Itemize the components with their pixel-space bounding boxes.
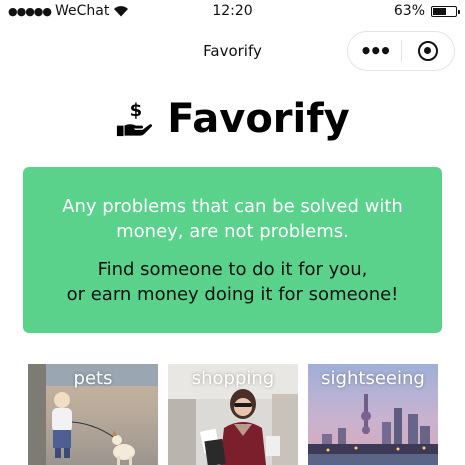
battery-icon bbox=[431, 5, 460, 17]
battery-level bbox=[433, 7, 447, 15]
more-button[interactable]: ••• bbox=[348, 39, 401, 63]
svg-text:$: $ bbox=[130, 100, 143, 121]
close-target-icon bbox=[417, 41, 438, 61]
banner-motto: Any problems that can be solved with mon… bbox=[62, 196, 403, 242]
status-bar: ●●●●● WeChat 12:20 63% bbox=[0, 0, 465, 24]
category-shopping[interactable]: shopping bbox=[168, 364, 298, 465]
category-label: pets bbox=[73, 368, 113, 389]
category-grid: pets shopping sightseeing bbox=[28, 364, 438, 465]
brand-name: Favorify bbox=[167, 96, 350, 142]
banner-cta: Find someone to do it for you, or earn m… bbox=[23, 257, 442, 307]
category-label: shopping bbox=[191, 368, 275, 389]
category-pets[interactable]: pets bbox=[28, 364, 158, 465]
nav-bar: Favorify ••• bbox=[0, 28, 465, 74]
status-right: 63% bbox=[393, 3, 460, 19]
battery-cap bbox=[458, 9, 460, 14]
hand-holding-dollar-icon: $ bbox=[117, 100, 153, 137]
mini-program-capsule: ••• bbox=[347, 31, 455, 71]
motto-banner: Any problems that can be solved with mon… bbox=[23, 167, 442, 333]
brand-header: $ Favorify bbox=[0, 96, 465, 142]
cta-line-1: Find someone to do it for you, bbox=[97, 259, 368, 280]
category-sightseeing[interactable]: sightseeing bbox=[308, 364, 438, 465]
battery-percent: 63% bbox=[393, 3, 425, 19]
cta-line-2: or earn money doing it for someone! bbox=[66, 284, 399, 305]
category-label: sightseeing bbox=[321, 368, 425, 389]
close-button[interactable] bbox=[401, 41, 454, 61]
